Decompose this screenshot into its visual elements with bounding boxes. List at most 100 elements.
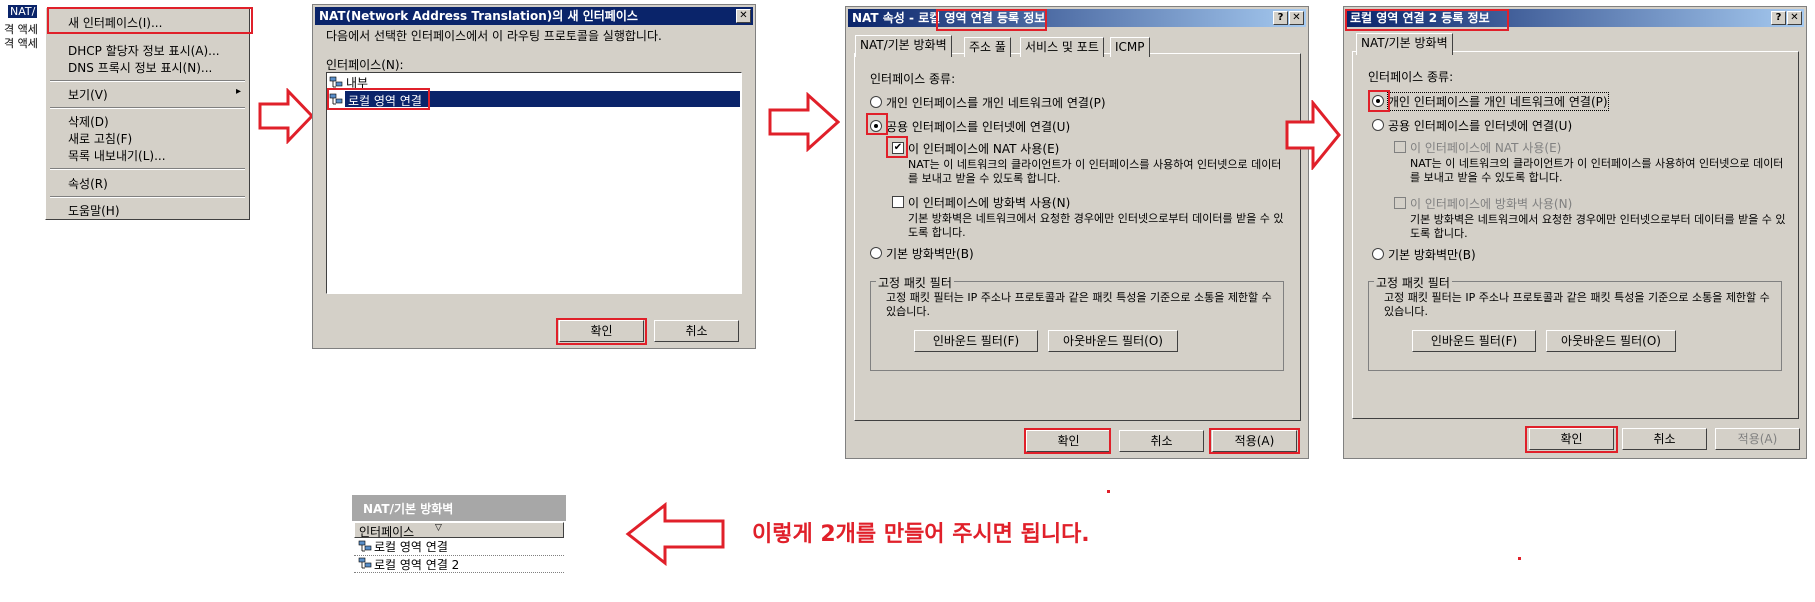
- outbound-filter-button[interactable]: 아웃바운드 필터(O): [1546, 330, 1676, 352]
- inbound-filter-button[interactable]: 인바운드 필터(F): [914, 330, 1038, 352]
- check-nat: [1394, 141, 1406, 153]
- tab-nat-firewall[interactable]: NAT/기본 방화벽: [855, 35, 952, 57]
- dialog-description: 다음에서 선택한 인터페이스에서 이 라우팅 프로토콜을 실행합니다.: [326, 29, 662, 43]
- arrow-right-icon: [768, 92, 840, 152]
- check-firewall-label: 이 인터페이스에 방화벽 사용(N): [1410, 197, 1573, 211]
- interface-list-label: 인터페이스(N):: [326, 58, 404, 72]
- list-item[interactable]: 내부: [346, 74, 368, 91]
- menu-separator: [50, 107, 245, 109]
- result-panel-header: NAT/기본 방화벽: [352, 495, 566, 521]
- menu-separator: [50, 168, 245, 170]
- title-suffix: 등록 정보: [992, 11, 1046, 25]
- menu-item-help[interactable]: 도움말(H): [68, 202, 120, 219]
- ok-button[interactable]: 확인: [1529, 428, 1614, 450]
- cancel-button[interactable]: 취소: [654, 320, 739, 342]
- tab-nat-firewall[interactable]: NAT/기본 방화벽: [1356, 33, 1453, 55]
- menu-item-properties[interactable]: 속성(R): [68, 175, 108, 192]
- close-icon[interactable]: ✕: [1787, 11, 1802, 25]
- arrow-right-icon: [258, 88, 314, 144]
- ok-button[interactable]: 확인: [1026, 430, 1111, 452]
- apply-button: 적용(A): [1715, 428, 1800, 450]
- packet-filter-description: 고정 패킷 필터는 IP 주소나 프로토콜과 같은 패킷 특성을 기준으로 소통…: [1384, 291, 1770, 318]
- arrow-left-icon: [625, 502, 725, 566]
- radio-firewall-only-label[interactable]: 기본 방화벽만(B): [1388, 246, 1476, 263]
- sort-icon: ▽: [435, 523, 442, 533]
- firewall-description: 기본 방화벽은 네트워크에서 요청한 경우에만 인터넷으로부터 데이터를 받을 …: [908, 212, 1284, 239]
- table-row[interactable]: 로컬 영역 연결 2: [374, 556, 459, 573]
- interface-type-label: 인터페이스 종류:: [1368, 70, 1454, 84]
- radio-public[interactable]: [1372, 119, 1384, 131]
- outbound-filter-button[interactable]: 아웃바운드 필터(O): [1048, 330, 1178, 352]
- menu-item-new-interface[interactable]: 새 인터페이스(I)...: [68, 14, 162, 31]
- radio-firewall-only[interactable]: [1372, 248, 1384, 260]
- menu-item-view[interactable]: 보기(V): [68, 86, 108, 103]
- new-interface-dialog: NAT(Network Address Translation)의 새 인터페이…: [312, 4, 756, 349]
- column-header[interactable]: 인터페이스 ▽: [354, 522, 564, 539]
- interface-list[interactable]: 내부 로컬 영역 연결: [326, 72, 742, 294]
- check-firewall: [1394, 197, 1406, 209]
- context-menu: 새 인터페이스(I)... DHCP 할당자 정보 표시(A)... DNS 프…: [45, 7, 250, 220]
- ok-button[interactable]: 확인: [559, 320, 644, 342]
- dialog-titlebar: NAT(Network Address Translation)의 새 인터페이…: [315, 7, 753, 25]
- packet-filter-description: 고정 패킷 필터는 IP 주소나 프로토콜과 같은 패킷 특성을 기준으로 소통…: [886, 291, 1272, 318]
- menu-separator: [50, 80, 245, 82]
- check-nat-label: 이 인터페이스에 NAT 사용(E): [1410, 141, 1562, 155]
- network-interface-icon: [358, 557, 372, 569]
- radio-private[interactable]: [1372, 95, 1384, 107]
- radio-private-label[interactable]: 개인 인터페이스를 개인 네트워크에 연결(P): [886, 94, 1106, 111]
- close-icon[interactable]: ✕: [736, 9, 751, 23]
- check-nat-label[interactable]: 이 인터페이스에 NAT 사용(E): [908, 140, 1059, 157]
- menu-separator: [50, 196, 245, 198]
- arrow-right-icon: [1285, 100, 1341, 170]
- radio-firewall-only-label[interactable]: 기본 방화벽만(B): [886, 245, 974, 262]
- title-prefix: NAT 속성 -: [852, 11, 919, 25]
- tree-selected-node[interactable]: NAT/: [8, 5, 38, 18]
- submenu-arrow-icon: ▸: [236, 86, 242, 97]
- packet-filter-group-label: 고정 패킷 필터: [1374, 274, 1452, 291]
- result-panel-title: NAT/기본 방화벽: [363, 502, 454, 516]
- row-divider: [354, 572, 564, 573]
- radio-public-label[interactable]: 공용 인터페이스를 인터넷에 연결(U): [1388, 117, 1572, 134]
- network-interface-icon: [358, 540, 372, 552]
- tab-address-pool[interactable]: 주소 풀: [964, 37, 1011, 57]
- nat-description: NAT는 이 네트워크의 클라이언트가 이 인터페이스를 사용하여 인터넷으로 …: [908, 158, 1282, 185]
- cancel-button[interactable]: 취소: [1622, 428, 1707, 450]
- help-icon[interactable]: ?: [1273, 11, 1288, 25]
- check-firewall[interactable]: [892, 196, 904, 208]
- tree-row[interactable]: 격 액세: [4, 35, 38, 51]
- tab-services-ports[interactable]: 서비스 및 포트: [1020, 37, 1104, 57]
- help-icon[interactable]: ?: [1771, 11, 1786, 25]
- title-highlight: 로컬 영역 연결: [918, 11, 993, 25]
- red-dot: [1518, 557, 1521, 560]
- packet-filter-group-label: 고정 패킷 필터: [876, 274, 954, 291]
- radio-public-label[interactable]: 공용 인터페이스를 인터넷에 연결(U): [886, 118, 1070, 135]
- radio-private[interactable]: [870, 96, 882, 108]
- menu-item-dhcp-info[interactable]: DHCP 할당자 정보 표시(A)...: [68, 42, 220, 59]
- menu-item-refresh[interactable]: 새로 고침(F): [68, 130, 132, 147]
- firewall-description: 기본 방화벽은 네트워크에서 요청한 경우에만 인터넷으로부터 데이터를 받을 …: [1410, 213, 1786, 240]
- dialog-titlebar: NAT 속성 - 로컬 영역 연결 등록 정보: [848, 9, 1306, 27]
- network-interface-icon: [329, 76, 343, 88]
- check-nat[interactable]: ✔: [892, 142, 904, 154]
- menu-item-delete[interactable]: 삭제(D): [68, 113, 109, 130]
- apply-button[interactable]: 적용(A): [1212, 430, 1297, 452]
- table-row[interactable]: 로컬 영역 연결: [374, 538, 448, 555]
- dialog-titlebar: 로컬 영역 연결 2 등록 정보: [1346, 9, 1804, 27]
- red-dot: [1107, 490, 1110, 493]
- nat-description: NAT는 이 네트워크의 클라이언트가 이 인터페이스를 사용하여 인터넷으로 …: [1410, 157, 1784, 184]
- radio-public[interactable]: [870, 120, 882, 132]
- radio-firewall-only[interactable]: [870, 247, 882, 259]
- menu-item-dns-proxy-info[interactable]: DNS 프록시 정보 표시(N)...: [68, 59, 212, 76]
- nat-properties-dialog: NAT 속성 - 로컬 영역 연결 등록 정보 ? ✕ NAT/기본 방화벽 주…: [845, 6, 1309, 459]
- close-icon[interactable]: ✕: [1289, 11, 1304, 25]
- menu-item-export-list[interactable]: 목록 내보내기(L)...: [68, 147, 166, 164]
- local-area-2-properties-dialog: 로컬 영역 연결 2 등록 정보 ? ✕ NAT/기본 방화벽 인터페이스 종류…: [1343, 6, 1807, 459]
- check-firewall-label[interactable]: 이 인터페이스에 방화벽 사용(N): [908, 194, 1070, 211]
- radio-private-label[interactable]: 개인 인터페이스를 개인 네트워크에 연결(P): [1387, 92, 1609, 111]
- cancel-button[interactable]: 취소: [1119, 430, 1204, 452]
- tab-icmp[interactable]: ICMP: [1110, 37, 1150, 57]
- caption-text: 이렇게 2개를 만들어 주시면 됩니다.: [752, 522, 1090, 547]
- inbound-filter-button[interactable]: 인바운드 필터(F): [1412, 330, 1536, 352]
- list-item[interactable]: 로컬 영역 연결: [348, 92, 422, 109]
- interface-type-label: 인터페이스 종류:: [870, 72, 956, 86]
